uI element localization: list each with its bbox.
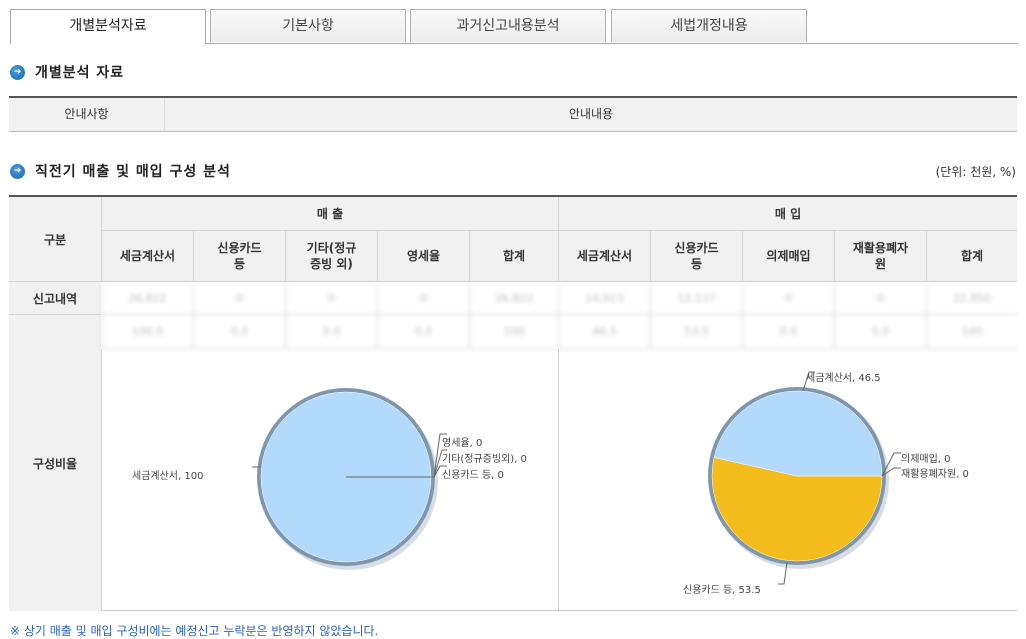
tab-bar: 개별분석자료 기본사항 과거신고내용분석 세법개정내용 <box>10 9 1018 44</box>
info-header-notice: 안내사항 <box>9 98 165 131</box>
report-value-cell: 0 <box>834 282 926 315</box>
report-value-cell: 12,137 <box>650 282 742 315</box>
info-table: 안내사항 안내내용 <box>9 96 1017 132</box>
sales-col-header: 신용카드 등 <box>193 231 285 282</box>
report-value-cell: 0 <box>377 282 469 315</box>
sales-col-header: 기타(정규 증빙 외) <box>285 231 377 282</box>
row-label-ratio: 구성비율 <box>9 315 101 611</box>
footnote: ※ 상기 매출 및 매입 구성비에는 예정신고 누락분은 반영하지 않았습니다. <box>10 624 379 638</box>
purchase-group-header: 매 입 <box>558 197 1017 231</box>
purchase-pie-chart <box>708 371 901 585</box>
info-header-content: 안내내용 <box>568 107 614 121</box>
sales-col-header: 영세율 <box>377 231 469 282</box>
report-value-cell: 22,850 <box>926 282 1017 315</box>
ratio-value-cell: 0.0 <box>834 315 926 349</box>
tab-past-report-analysis[interactable]: 과거신고내용분석 <box>410 9 606 42</box>
ratio-value-cell: 0.0 <box>377 315 469 349</box>
purchase-pie-label-invoice: 세금계산서, 46.5 <box>806 373 881 384</box>
row-header-label: 구분 <box>9 197 101 282</box>
report-value-cell: 26,822 <box>469 282 558 315</box>
sales-pie-label-zero-rate: 영세율, 0 <box>442 438 483 449</box>
sales-col-header: 세금계산서 <box>101 231 193 282</box>
ratio-value-cell: 100 <box>469 315 558 349</box>
purchase-pie-label-recycle: 재활용폐자원, 0 <box>901 469 969 480</box>
report-value-cell: 0 <box>193 282 285 315</box>
section-title-text: 개별분석 자료 <box>35 65 125 81</box>
section-title-individual: ➜ 개별분석 자료 <box>10 62 124 82</box>
purchase-col-header: 의제매입 <box>742 231 834 282</box>
report-value-cell: 0 <box>742 282 834 315</box>
sales-pie-label-invoice: 세금계산서, 100 <box>132 471 204 482</box>
ratio-value-cell: 0.0 <box>285 315 377 349</box>
tab-basic-info[interactable]: 기본사항 <box>210 9 406 42</box>
section-title-composition: ➜ 직전기 매출 및 매입 구성 분석 <box>10 161 231 181</box>
purchase-pie-label-card: 신용카드 등, 53.5 <box>683 585 761 596</box>
ratio-value-cell: 53.5 <box>650 315 742 349</box>
ratio-value-cell: 46.5 <box>558 315 650 349</box>
purchase-col-header: 합계 <box>926 231 1017 282</box>
purchase-col-header: 재활용폐자 원 <box>834 231 926 282</box>
ratio-value-cell: 0.0 <box>193 315 285 349</box>
purchase-col-header: 신용카드 등 <box>650 231 742 282</box>
ratio-value-cell: 100.0 <box>101 315 193 349</box>
ratio-value-cell: 100 <box>926 315 1017 349</box>
purchase-col-header: 세금계산서 <box>558 231 650 282</box>
composition-table: 구분 신고내역 구성비율 매 출 매 입 세금계산서, 100 영세율, 0 기… <box>9 195 1017 611</box>
sales-col-header: 합계 <box>469 231 558 282</box>
sales-pie-label-other: 기타(정규증빙외), 0 <box>442 454 527 465</box>
pie-slice <box>713 390 883 477</box>
tab-tax-law-revision[interactable]: 세법개정내용 <box>611 9 807 42</box>
unit-label: (단위: 천원, %) <box>935 165 1016 179</box>
sales-pie-label-card: 신용카드 등, 0 <box>442 470 504 481</box>
report-value-cell: 14,923 <box>558 282 650 315</box>
chart-area-border <box>101 349 102 611</box>
report-value-cell: 0 <box>285 282 377 315</box>
ratio-value-cell: 0.0 <box>742 315 834 349</box>
tab-individual-analysis[interactable]: 개별분석자료 <box>10 9 206 44</box>
arrow-bullet-icon: ➜ <box>10 163 25 179</box>
arrow-bullet-icon: ➜ <box>10 64 25 80</box>
purchase-pie-label-deemed: 의제매입, 0 <box>901 454 951 465</box>
sales-group-header: 매 출 <box>101 197 558 231</box>
row-label-report: 신고내역 <box>9 282 101 315</box>
section-title-text: 직전기 매출 및 매입 구성 분석 <box>35 164 231 180</box>
report-value-cell: 26,822 <box>101 282 193 315</box>
